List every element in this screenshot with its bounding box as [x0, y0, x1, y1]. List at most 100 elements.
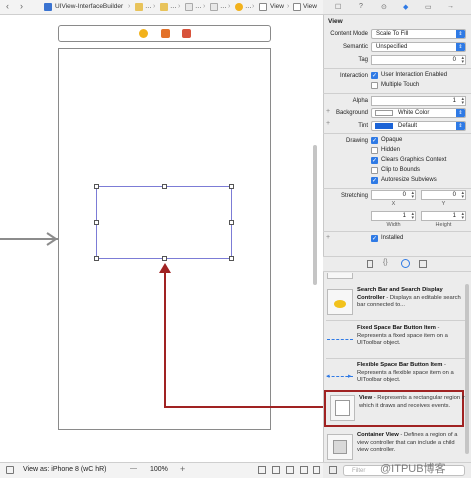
clears-graphics-checkbox[interactable]: ✓ — [371, 157, 378, 164]
library-item-title: Flexible Space Bar Button Item — [357, 362, 443, 368]
align-icon[interactable] — [286, 466, 294, 474]
project-file-icon — [44, 3, 52, 11]
attributes-inspector-tab[interactable]: ◆ — [403, 3, 408, 11]
divider — [323, 231, 471, 232]
resize-handle[interactable] — [229, 256, 234, 261]
x-label: X — [391, 201, 396, 207]
divider — [326, 320, 466, 321]
background-label: Background — [335, 110, 368, 116]
alpha-field[interactable]: 1 ▴ ▾ — [371, 96, 466, 106]
installed-checkbox[interactable]: ✓ — [371, 235, 378, 242]
file-template-icon[interactable] — [367, 260, 373, 268]
grid-view-icon[interactable] — [329, 466, 337, 474]
stretch-width-field[interactable]: 1 ▴ ▾ — [371, 211, 416, 221]
exit-icon[interactable] — [182, 29, 191, 38]
library-item-view-highlighted[interactable]: View - Represents a rectangular region i… — [324, 390, 466, 427]
content-mode-popup[interactable]: Scale To Fill ⇕ — [371, 29, 466, 39]
file-inspector-tab[interactable]: ☐ — [335, 3, 341, 11]
first-responder-icon[interactable] — [161, 29, 170, 38]
divider — [323, 68, 471, 69]
arrow-head-icon — [46, 232, 58, 246]
breadcrumb-project[interactable]: UIView-InterfaceBuilder — [55, 3, 123, 10]
user-interaction-checkbox[interactable]: ✓ — [371, 72, 378, 79]
canvas-bottom-bar: View as: iPhone 8 (wC hR) — 100% + — [0, 462, 323, 478]
canvas-scrollbar[interactable] — [313, 145, 317, 285]
connections-inspector-tab[interactable]: → — [447, 3, 454, 10]
resolve-icon[interactable] — [313, 466, 320, 474]
breadcrumb-folder[interactable]: … — [145, 3, 152, 10]
clip-bounds-label: Clip to Bounds — [381, 167, 421, 173]
media-library-icon[interactable] — [419, 260, 427, 268]
breadcrumb-folder[interactable]: … — [170, 3, 177, 10]
library-item[interactable]: Search Bar and Search Display Controller… — [323, 284, 468, 320]
arrow-up-icon — [159, 263, 171, 273]
resize-handle[interactable] — [94, 256, 99, 261]
scene-icon — [210, 3, 218, 11]
watermark: @ITPUB博客 — [380, 463, 446, 475]
clears-graphics-label: Clears Graphics Context — [381, 157, 447, 163]
selected-view[interactable] — [94, 184, 234, 261]
code-snippet-icon[interactable]: {} — [383, 259, 388, 266]
size-inspector-tab[interactable]: ▭ — [425, 3, 432, 11]
resize-handle[interactable] — [94, 184, 99, 189]
resize-handle[interactable] — [162, 184, 167, 189]
library-item[interactable]: Fixed Space Bar Button Item - Represents… — [323, 322, 468, 358]
library-item-thumbnail — [327, 273, 353, 279]
alpha-label: Alpha — [352, 98, 368, 104]
forward-button[interactable]: › — [20, 1, 23, 11]
color-swatch — [375, 110, 393, 116]
view-icon — [293, 3, 301, 11]
clip-bounds-checkbox[interactable] — [371, 167, 378, 174]
y-label: Y — [441, 201, 446, 207]
folder-icon — [135, 3, 143, 11]
stretch-x-field[interactable]: 0 ▴ ▾ — [371, 190, 416, 200]
autoresize-checkbox[interactable]: ✓ — [371, 177, 378, 184]
semantic-label: Semantic — [342, 44, 368, 50]
tag-field[interactable]: 0 ▴ ▾ — [371, 55, 466, 65]
back-button[interactable]: ‹ — [6, 1, 9, 11]
semantic-popup[interactable]: Unspecified ⇕ — [371, 42, 466, 52]
zoom-level[interactable]: 100% — [150, 466, 168, 473]
view-as-button[interactable]: View as: iPhone 8 (wC hR) — [23, 466, 107, 473]
zoom-in-button[interactable]: + — [180, 464, 185, 474]
stretch-height-field[interactable]: 1 ▴ ▾ — [421, 211, 466, 221]
tint-popup[interactable]: Default ⇕ — [371, 121, 466, 131]
breadcrumb-view-selected[interactable]: View — [303, 3, 317, 10]
zoom-out-button[interactable]: — — [130, 465, 137, 472]
breadcrumb-view[interactable]: View — [270, 3, 284, 10]
identity-inspector-tab[interactable]: ⊙ — [381, 3, 387, 11]
section-title: View — [328, 18, 343, 25]
stretch-y-field[interactable]: 0 ▴ ▾ — [421, 190, 466, 200]
resize-handle[interactable] — [229, 184, 234, 189]
drag-connector-line — [164, 270, 166, 408]
opaque-checkbox[interactable]: ✓ — [371, 137, 378, 144]
library-item-title: View — [359, 395, 373, 401]
installed-label: Installed — [381, 235, 404, 241]
tint-label: Tint — [358, 123, 368, 129]
hidden-checkbox[interactable] — [371, 147, 378, 154]
help-inspector-tab[interactable]: ? — [359, 3, 363, 10]
resize-handle[interactable] — [162, 256, 167, 261]
update-frames-icon[interactable] — [258, 466, 266, 474]
view-controller-icon — [235, 3, 243, 11]
add-variation-icon[interactable]: + — [326, 234, 330, 241]
drawing-label: Drawing — [345, 138, 368, 144]
object-library-icon[interactable] — [401, 259, 410, 268]
library-scrollbar[interactable] — [465, 284, 469, 454]
multiple-touch-checkbox[interactable] — [371, 82, 378, 89]
search-bar-icon — [327, 289, 353, 315]
resize-handle[interactable] — [229, 220, 234, 225]
multiple-touch-label: Multiple Touch — [381, 82, 420, 88]
resize-handle[interactable] — [94, 220, 99, 225]
breadcrumb-scene[interactable]: … — [220, 3, 227, 10]
background-popup[interactable]: White Color ⇕ — [371, 108, 466, 118]
stack-icon[interactable] — [272, 466, 280, 474]
breadcrumb-storyboard[interactable]: … — [195, 3, 202, 10]
sidebar-toggle-icon[interactable] — [6, 466, 14, 474]
divider — [323, 133, 471, 134]
view-icon — [330, 395, 355, 421]
view-controller-icon[interactable] — [139, 29, 148, 38]
flexible-space-icon: ◂ ▸ — [326, 373, 353, 380]
breadcrumb-ellipsis[interactable]: … — [245, 3, 252, 10]
pin-icon[interactable] — [300, 466, 308, 474]
